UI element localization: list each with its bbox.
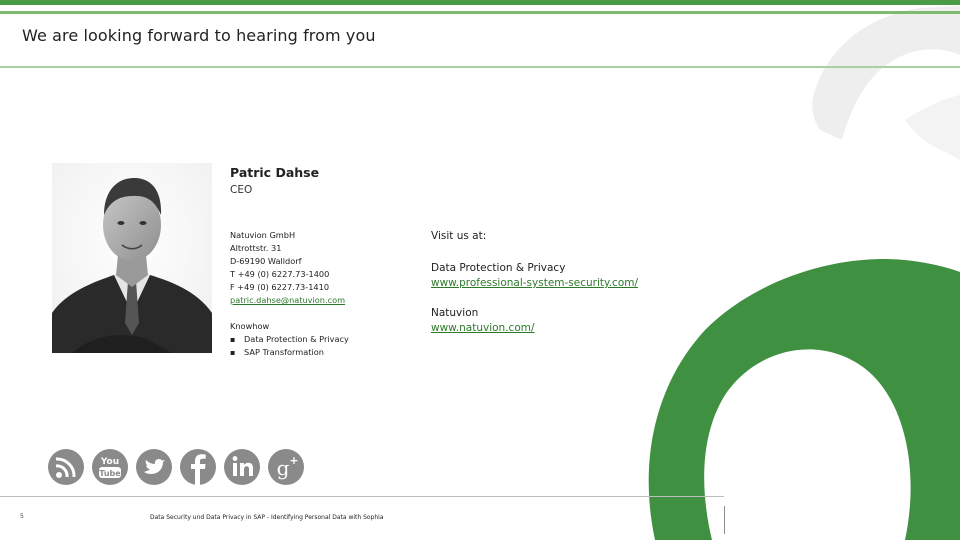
list-item: Data Protection & Privacy bbox=[230, 333, 349, 346]
facebook-icon[interactable] bbox=[179, 445, 217, 489]
rss-icon[interactable] bbox=[47, 445, 85, 489]
site-name-natuvion: Natuvion bbox=[431, 307, 479, 319]
svg-text:g: g bbox=[277, 456, 290, 480]
footer-text: Data Security und Data Privacy in SAP - … bbox=[150, 514, 384, 521]
svg-text:You: You bbox=[100, 457, 119, 467]
site-link-natuvion[interactable]: www.natuvion.com/ bbox=[431, 322, 535, 334]
email-link[interactable]: patric.dahse@natuvion.com bbox=[230, 295, 345, 305]
footer-divider bbox=[0, 496, 724, 497]
list-item: SAP Transformation bbox=[230, 346, 349, 359]
knowhow-label: Knowhow bbox=[230, 321, 270, 331]
portrait-photo bbox=[52, 163, 212, 353]
top-accent-line bbox=[0, 11, 960, 14]
knowhow-list: Data Protection & Privacy SAP Transforma… bbox=[230, 333, 349, 359]
visit-label: Visit us at: bbox=[431, 230, 487, 242]
twitter-icon[interactable] bbox=[135, 445, 173, 489]
contact-block: Natuvion GmbH Altrottstr. 31 D-69190 Wal… bbox=[230, 229, 345, 307]
top-accent-bar bbox=[0, 0, 960, 5]
fax-number: F +49 (0) 6227.73-1410 bbox=[230, 282, 330, 292]
page-number: 5 bbox=[20, 513, 24, 520]
youtube-icon[interactable]: You Tube bbox=[91, 445, 129, 489]
company-name: Natuvion GmbH bbox=[230, 230, 296, 240]
visit-block: Visit us at: Data Protection & Privacy w… bbox=[431, 229, 638, 336]
person-name: Patric Dahse bbox=[230, 165, 320, 180]
street-address: Altrottstr. 31 bbox=[230, 243, 282, 253]
person-role: CEO bbox=[230, 184, 253, 196]
site-name-dpp: Data Protection & Privacy bbox=[431, 262, 566, 274]
footer-vertical-divider bbox=[724, 506, 725, 534]
linkedin-icon[interactable] bbox=[223, 445, 261, 489]
page-title: We are looking forward to hearing from y… bbox=[22, 26, 376, 45]
title-divider bbox=[0, 66, 960, 68]
svg-text:Tube: Tube bbox=[99, 469, 121, 478]
google-plus-icon[interactable]: g + bbox=[267, 445, 305, 489]
social-icons: You Tube g + bbox=[47, 445, 305, 489]
site-link-dpp[interactable]: www.professional-system-security.com/ bbox=[431, 277, 638, 289]
phone-number: T +49 (0) 6227.73-1400 bbox=[230, 269, 330, 279]
city-address: D-69190 Walldorf bbox=[230, 256, 302, 266]
svg-text:+: + bbox=[289, 454, 298, 467]
knowhow-block: Knowhow Data Protection & Privacy SAP Tr… bbox=[230, 320, 349, 359]
